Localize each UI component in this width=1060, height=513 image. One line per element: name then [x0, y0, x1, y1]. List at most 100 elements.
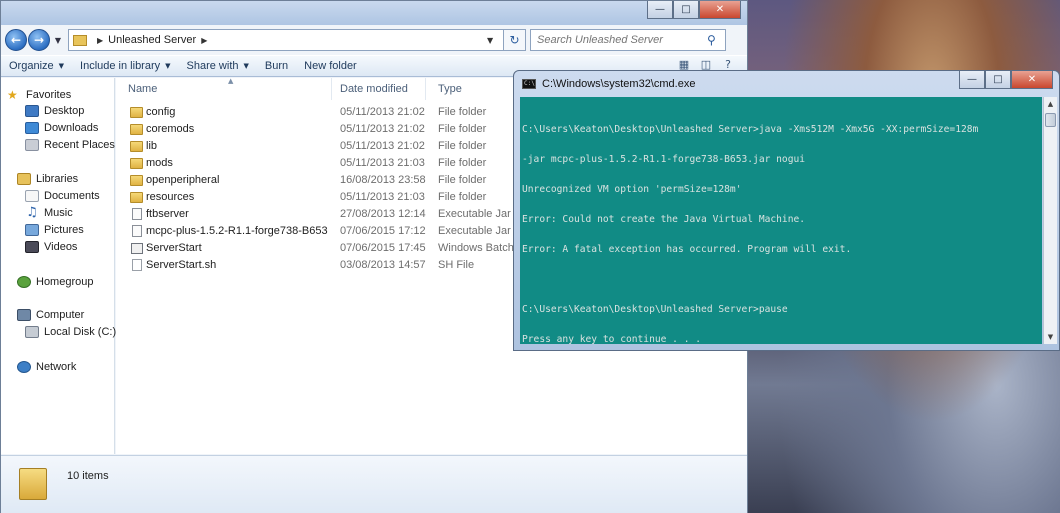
file-date: 03/08/2013 14:57 — [340, 259, 426, 271]
file-date: 05/11/2013 21:03 — [340, 191, 425, 203]
jar-file-icon — [132, 208, 142, 220]
nav-network-label: Network — [36, 361, 77, 373]
navigation-pane: ★ Favorites Desktop Downloads Recent Pla… — [1, 78, 116, 454]
scroll-up-icon[interactable]: ▲ — [1044, 97, 1057, 111]
nav-favorites-label: Favorites — [26, 89, 72, 101]
nav-music[interactable]: ♫ Music — [25, 206, 73, 219]
nav-network[interactable]: Network — [17, 361, 76, 373]
new-folder-label: New folder — [304, 60, 357, 72]
search-icon[interactable]: ⚲ — [707, 33, 725, 47]
organize-label: Organize — [9, 60, 54, 72]
nav-homegroup[interactable]: Homegroup — [17, 276, 93, 288]
refresh-button[interactable]: ↻ — [504, 29, 526, 51]
burn-button[interactable]: Burn — [265, 60, 288, 72]
folder-icon — [130, 175, 143, 186]
folder-icon — [130, 124, 143, 135]
nav-libraries[interactable]: Libraries — [17, 173, 78, 185]
file-date: 07/06/2015 17:12 — [340, 225, 426, 237]
nav-homegroup-label: Homegroup — [36, 276, 94, 288]
libraries-icon — [17, 173, 31, 185]
file-date: 05/11/2013 21:02 — [340, 123, 425, 135]
folder-icon — [19, 468, 47, 500]
file-name: resources — [146, 191, 195, 203]
cmd-caption-buttons: — □ ✕ — [959, 71, 1053, 89]
nav-favorites[interactable]: ★ Favorites — [7, 88, 71, 102]
console-line: Press any key to continue . . . — [522, 334, 702, 345]
file-name: openperipheral — [146, 174, 220, 186]
file-type: SH File — [438, 259, 475, 271]
close-button[interactable]: ✕ — [699, 1, 741, 19]
forward-button[interactable]: → — [28, 29, 50, 51]
console-line: -jar mcpc-plus-1.5.2-R1.1-forge738-B653.… — [522, 154, 806, 165]
nav-documents-label: Documents — [44, 190, 100, 202]
column-name-label: Name — [128, 83, 158, 95]
file-date: 27/08/2013 12:14 — [340, 208, 426, 220]
console-line: C:\Users\Keaton\Desktop\Unleashed Server… — [522, 304, 788, 315]
search-box[interactable]: ⚲ — [530, 29, 726, 51]
vertical-scrollbar[interactable]: ▲ ▼ — [1043, 97, 1057, 344]
column-header-name[interactable]: Name ▲ — [116, 77, 332, 100]
pictures-icon — [25, 224, 39, 236]
file-type: Executable Jar File — [438, 208, 518, 220]
address-history-dropdown[interactable]: ▼ — [487, 36, 503, 45]
file-name: ServerStart — [146, 242, 202, 254]
file-type: File folder — [438, 123, 487, 135]
nav-pictures[interactable]: Pictures — [25, 224, 84, 236]
videos-icon — [25, 241, 39, 253]
scrollbar-thumb[interactable] — [1045, 113, 1056, 127]
file-type: File folder — [438, 191, 487, 203]
nav-desktop[interactable]: Desktop — [25, 105, 84, 117]
folder-icon — [130, 107, 143, 118]
scroll-down-icon[interactable]: ▼ — [1044, 330, 1057, 344]
item-count: 10 items — [67, 470, 109, 482]
search-input[interactable] — [537, 34, 707, 46]
close-button[interactable]: ✕ — [1011, 71, 1053, 89]
nav-videos-label: Videos — [44, 241, 78, 253]
minimize-button[interactable]: — — [647, 1, 673, 19]
folder-icon — [73, 34, 87, 46]
address-row: ← → ▼ ▶ Unleashed Server ▶ ▼ ↻ ⚲ — [1, 27, 747, 53]
console-line: Error: Could not create the Java Virtual… — [522, 214, 806, 225]
nav-videos[interactable]: Videos — [25, 241, 77, 253]
nav-documents[interactable]: Documents — [25, 190, 100, 202]
nav-recent-places[interactable]: Recent Places — [25, 139, 115, 151]
include-in-library-menu[interactable]: Include in library ▼ — [80, 60, 170, 72]
file-type: Windows Batch File — [438, 242, 518, 254]
file-date: 05/11/2013 21:03 — [340, 157, 425, 169]
column-header-date[interactable]: Date modified — [328, 78, 426, 100]
nav-computer[interactable]: Computer — [17, 309, 84, 321]
file-date: 07/06/2015 17:45 — [340, 242, 426, 254]
file-name: mods — [146, 157, 173, 169]
console-line: Unrecognized VM option 'permSize=128m' — [522, 184, 742, 195]
nav-music-label: Music — [44, 207, 73, 219]
organize-menu[interactable]: Organize ▼ — [9, 60, 64, 72]
file-name: ServerStart.sh — [146, 259, 217, 271]
column-type-label: Type — [438, 83, 462, 95]
minimize-button[interactable]: — — [959, 71, 985, 89]
file-type: File folder — [438, 157, 487, 169]
nav-downloads[interactable]: Downloads — [25, 122, 98, 134]
column-header-type[interactable]: Type — [426, 78, 526, 100]
chevron-right-icon[interactable]: ▶ — [97, 36, 103, 45]
folder-icon — [130, 192, 143, 203]
explorer-caption-buttons: — □ ✕ — [647, 1, 741, 19]
maximize-button[interactable]: □ — [985, 71, 1011, 89]
address-bar[interactable]: ▶ Unleashed Server ▶ ▼ — [68, 29, 504, 51]
star-icon: ★ — [7, 88, 18, 102]
file-name: coremods — [146, 123, 195, 135]
breadcrumb-unleashed-server[interactable]: Unleashed Server — [108, 34, 196, 46]
nav-local-disk[interactable]: Local Disk (C:) — [25, 326, 116, 338]
share-with-menu[interactable]: Share with ▼ — [187, 60, 249, 72]
explorer-titlebar[interactable]: — □ ✕ — [1, 1, 747, 25]
recent-pages-dropdown[interactable]: ▼ — [52, 36, 64, 45]
console-output[interactable]: C:\Users\Keaton\Desktop\Unleashed Server… — [520, 97, 1042, 344]
nav-recent-places-label: Recent Places — [44, 139, 115, 151]
maximize-button[interactable]: □ — [673, 1, 699, 19]
cmd-window: C:\ C:\Windows\system32\cmd.exe — □ ✕ C:… — [513, 70, 1060, 351]
back-button[interactable]: ← — [5, 29, 27, 51]
disk-drive-icon — [25, 326, 39, 338]
new-folder-button[interactable]: New folder — [304, 60, 357, 72]
nav-computer-label: Computer — [36, 309, 85, 321]
chevron-right-icon[interactable]: ▶ — [201, 36, 207, 45]
chevron-down-icon: ▼ — [58, 62, 65, 70]
